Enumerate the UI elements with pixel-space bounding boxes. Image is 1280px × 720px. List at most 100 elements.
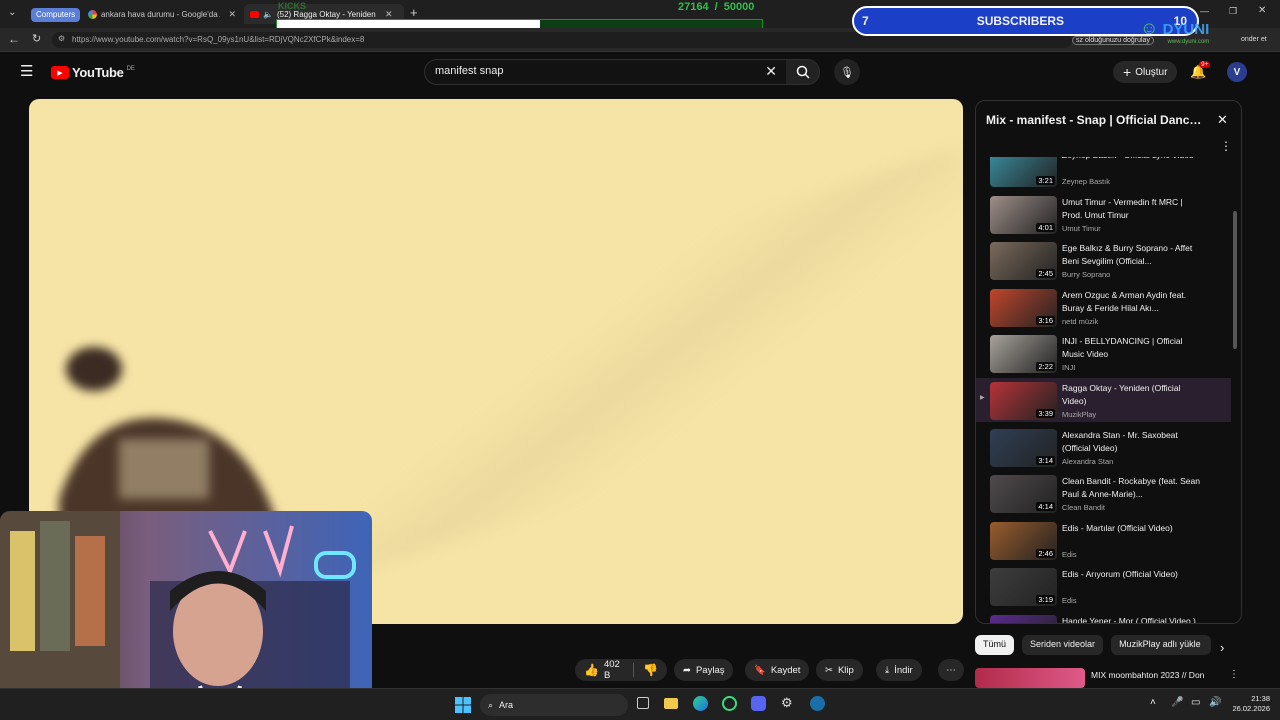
maximize-icon[interactable]: ❐ <box>1229 6 1237 17</box>
playlist-item[interactable]: 3:21 Zeynep Bastık - Official Lyric Video… <box>976 157 1231 189</box>
chip-all[interactable]: Tümü <box>975 635 1015 655</box>
new-tab-icon[interactable]: + <box>410 5 418 20</box>
playlist-item[interactable]: 3:19 Edis - Arıyorum (Official Video) Edis <box>976 564 1231 608</box>
playlist-item-title: INJI - BELLYDANCING | Official Music Vid… <box>1062 336 1183 360</box>
file-explorer-icon[interactable] <box>664 698 678 709</box>
next-video-preview[interactable]: MIX moombahton 2023 // Don ⋮ <box>975 668 1237 688</box>
playlist-scrollbar[interactable] <box>1233 211 1237 349</box>
download-button[interactable]: ⤓ İndir <box>876 659 922 681</box>
playlist-thumbnail: 3:39 <box>990 382 1057 420</box>
chips-next-icon[interactable]: › <box>1220 640 1224 655</box>
playlist-panel: Mix - manifest - Snap | Official Dance V… <box>975 100 1242 624</box>
playlist-item[interactable]: 3:16 Arem Ozguc & Arman Aydin feat. Buray… <box>976 285 1231 329</box>
like-count[interactable]: 402 B <box>604 659 624 681</box>
playlist-item-channel: INJI <box>1062 363 1076 373</box>
windows-start-icon[interactable] <box>455 697 471 713</box>
create-button[interactable]: + Oluştur <box>1113 61 1178 83</box>
minimize-icon[interactable]: — <box>1200 6 1209 16</box>
brand-mascot-icon: ☺ <box>1140 18 1159 38</box>
close-tab-icon[interactable]: ✕ <box>385 9 393 20</box>
close-window-icon[interactable]: ✕ <box>1258 5 1266 16</box>
playlist-thumbnail: 3:22 <box>990 615 1057 623</box>
playlist-item[interactable]: ▶ 3:39 Ragga Oktay - Yeniden (Official Vid… <box>976 378 1231 422</box>
notification-badge: 9+ <box>1199 61 1211 68</box>
duration-badge: 4:01 <box>1036 222 1055 232</box>
duration-badge: 3:14 <box>1036 455 1055 465</box>
edge-icon[interactable] <box>693 696 708 711</box>
playlist-item[interactable]: 2:22 INJI - BELLYDANCING | Official Music… <box>976 331 1231 375</box>
playlist-item[interactable]: 2:46 Edis - Martılar (Official Video) Edis <box>976 518 1231 562</box>
microphone-tray-icon[interactable]: 🎤 <box>1171 697 1183 708</box>
chip-series[interactable]: Seriden videolar <box>1022 635 1104 655</box>
steam-icon[interactable] <box>810 696 825 711</box>
goal-target: 50000 <box>723 1 755 13</box>
playlist-item[interactable]: 4:01 Umut Timur - Vermedin ft MRC | Prod.… <box>976 192 1231 236</box>
search-button[interactable] <box>786 59 820 85</box>
discord-icon[interactable] <box>751 696 766 711</box>
playlist-thumbnail: 4:01 <box>990 195 1057 234</box>
youtube-logo[interactable]: ▶ YouTube DE <box>51 65 135 80</box>
taskbar-search[interactable]: ⌕ Ara <box>480 694 628 716</box>
close-tab-icon[interactable]: ✕ <box>228 9 236 20</box>
search-icon <box>796 65 810 79</box>
playlist-item-channel: Alexandra Stan <box>1062 456 1114 466</box>
more-actions-button[interactable]: ⋯ <box>938 659 964 681</box>
volume-icon[interactable]: 🔊 <box>1209 697 1221 708</box>
duration-badge: 2:22 <box>1036 362 1055 372</box>
tray-chevron-icon[interactable]: ˄ <box>1150 697 1156 708</box>
youtube-header: ☰ ▶ YouTube DE manifest snap ✕ 🎙 + Oluşt… <box>0 52 1280 92</box>
app-green-icon[interactable] <box>722 696 737 711</box>
menu-icon[interactable]: ☰ <box>20 62 33 80</box>
share-icon: ➦ <box>683 664 691 676</box>
next-video-thumb <box>975 668 1085 688</box>
address-right-text-2: onder et <box>1241 36 1267 43</box>
task-view-icon[interactable] <box>637 697 649 709</box>
create-label: Oluştur <box>1135 66 1168 78</box>
brand-watermark: ☺ DYUNI www.dyuni.com <box>1140 18 1209 45</box>
network-icon[interactable]: ▭ <box>1191 697 1200 708</box>
goal-current: 27164 <box>678 1 709 13</box>
close-playlist-icon[interactable]: ✕ <box>1217 112 1228 128</box>
tab-google[interactable]: ankara hava durumu - Google'da A ✕ <box>82 4 242 24</box>
speaker-icon[interactable]: 🔈 <box>263 10 273 19</box>
dislike-icon[interactable]: 👎 <box>643 663 658 677</box>
microphone-icon: 🎙 <box>840 66 854 79</box>
duration-badge: 3:16 <box>1036 315 1055 325</box>
playlist-thumbnail: 3:16 <box>990 288 1057 327</box>
duration-badge: 2:46 <box>1036 548 1055 558</box>
chip-uploader[interactable]: MuzikPlay adlı yükle <box>1111 635 1212 655</box>
playlist-thumbnail: 3:21 <box>990 157 1057 187</box>
voice-search-button[interactable]: 🎙 <box>834 59 860 85</box>
next-video-menu-icon[interactable]: ⋮ <box>1229 669 1237 680</box>
playlist-item-title: Umut Timur - Vermedin ft MRC | Prod. Umu… <box>1062 196 1183 220</box>
like-icon[interactable]: 👍 <box>584 663 599 677</box>
duration-badge: 4:14 <box>1036 502 1055 512</box>
settings-icon[interactable]: ⚙ <box>781 695 793 711</box>
reload-icon[interactable]: ↻ <box>32 32 41 45</box>
brand-url: www.dyuni.com <box>1167 39 1210 45</box>
tab-group-chip[interactable]: Computers <box>31 8 81 22</box>
duration-badge: 3:39 <box>1036 409 1055 418</box>
share-button[interactable]: ➦ Paylaş <box>674 659 734 681</box>
avatar[interactable]: V <box>1227 62 1247 82</box>
search-input[interactable]: manifest snap ✕ <box>424 59 790 85</box>
playlist-item[interactable]: 2:45 Ege Balkız & Burry Soprano - Affet B… <box>976 238 1231 282</box>
playlist-item[interactable]: 3:14 Alexandra Stan - Mr. Saxobeat (Offic… <box>976 425 1231 469</box>
playlist-item[interactable]: 3:22 Hande Yener - Mor ( Official Video ) <box>976 611 1231 623</box>
playlist-menu-icon[interactable]: ⋮ <box>1220 139 1232 153</box>
clip-button[interactable]: ✂ Klip <box>816 659 863 681</box>
notifications-button[interactable]: 🔔 9+ <box>1190 61 1211 81</box>
playlist-item-title: Edis - Arıyorum (Official Video) <box>1062 569 1178 580</box>
save-button[interactable]: 🔖 Kaydet <box>745 659 810 681</box>
playlist-title: Mix - manifest - Snap | Official Dance V… <box>986 113 1206 127</box>
clock[interactable]: 21:38 26.02.2026 <box>1222 694 1270 714</box>
site-info-icon[interactable]: ⚙ <box>58 34 65 43</box>
youtube-play-icon: ▶ <box>51 66 69 79</box>
tab-title: ankara hava durumu - Google'da A <box>100 9 221 19</box>
playlist-item[interactable]: 4:14 Clean Bandit - Rockabye (feat. Sean … <box>976 471 1231 515</box>
tab-list-icon[interactable]: ⌄ <box>8 7 16 18</box>
clear-search-icon[interactable]: ✕ <box>765 63 777 80</box>
back-icon[interactable]: ← <box>8 32 20 46</box>
goal-counter: 27164 / 50000 <box>678 1 754 13</box>
playlist-thumbnail: 2:22 <box>990 335 1057 374</box>
